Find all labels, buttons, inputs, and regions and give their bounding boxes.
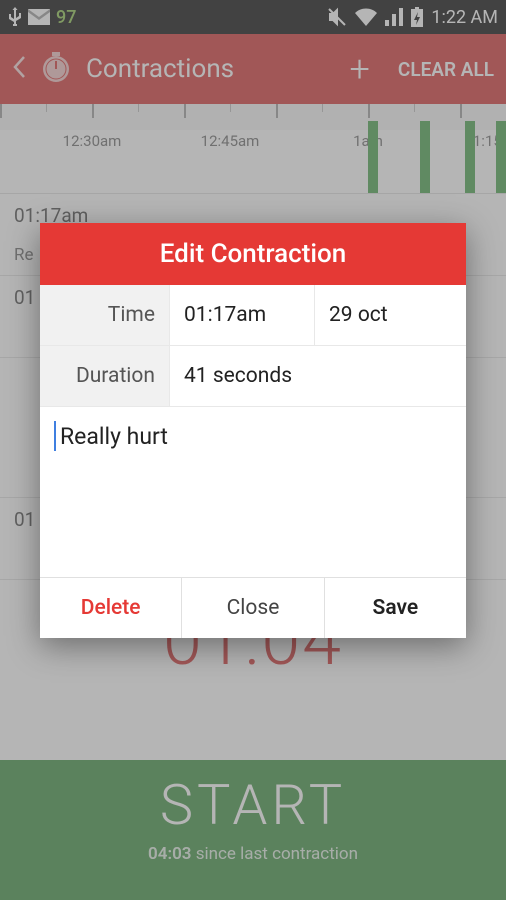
time-row: Time 01:17am 29 oct — [40, 285, 466, 346]
note-field[interactable] — [40, 407, 466, 577]
duration-value[interactable]: 41 seconds — [170, 346, 306, 406]
note-input[interactable] — [54, 421, 452, 451]
date-value[interactable]: 29 oct — [315, 285, 402, 345]
duration-row: Duration 41 seconds — [40, 346, 466, 407]
delete-button[interactable]: Delete — [40, 578, 182, 638]
dialog-title: Edit Contraction — [40, 223, 466, 285]
close-button[interactable]: Close — [182, 578, 324, 638]
duration-label: Duration — [40, 346, 170, 406]
save-button[interactable]: Save — [325, 578, 466, 638]
dialog-actions: Delete Close Save — [40, 577, 466, 638]
time-value[interactable]: 01:17am — [170, 285, 315, 345]
time-label: Time — [40, 285, 170, 345]
edit-contraction-dialog: Edit Contraction Time 01:17am 29 oct Dur… — [40, 223, 466, 638]
